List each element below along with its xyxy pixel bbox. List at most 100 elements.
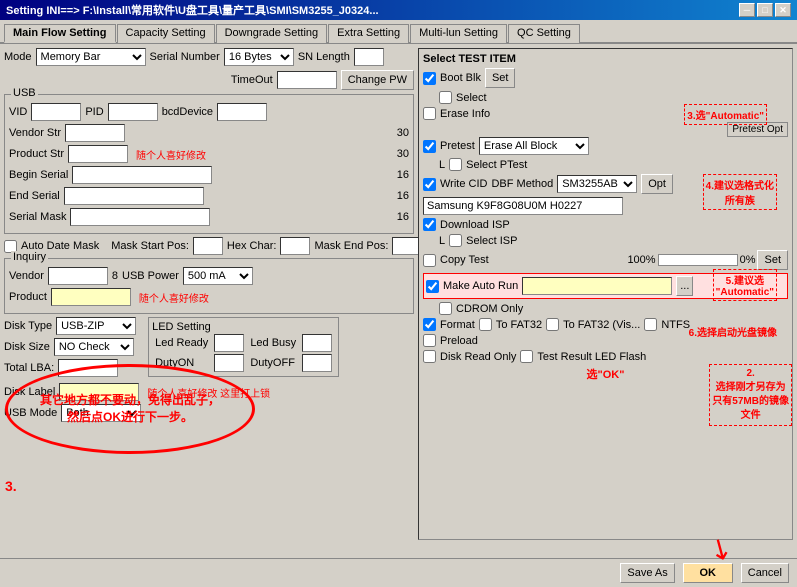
usb-mode-select[interactable]: Both xyxy=(61,404,141,422)
boot-blk-check[interactable] xyxy=(423,72,436,85)
pid-label: PID xyxy=(85,106,103,118)
download-isp-check[interactable] xyxy=(423,218,436,231)
mode-select[interactable]: Memory Bar xyxy=(36,48,146,66)
vendor-str-input[interactable]: USB xyxy=(65,124,125,142)
erase-info-check[interactable] xyxy=(423,107,436,120)
end-serial-input[interactable]: FBA1003249999999 xyxy=(64,187,204,205)
disk-read-only-check[interactable] xyxy=(423,350,436,363)
duty-off-label: DutyOFF xyxy=(247,353,299,373)
usb-power-select[interactable]: 500 mA xyxy=(183,267,253,285)
bcd-device-input[interactable]: 1100 xyxy=(217,103,267,121)
opt-button[interactable]: Opt xyxy=(641,174,673,194)
sn-length-input[interactable]: 16 xyxy=(354,48,384,66)
usb-mode-label: USB Mode xyxy=(4,407,57,419)
pid-input[interactable]: 1000 xyxy=(108,103,158,121)
pretest-opt-label: Pretest Opt xyxy=(727,122,788,137)
led-ready-input[interactable]: 3 xyxy=(214,334,244,352)
vid-input[interactable]: 090C xyxy=(31,103,81,121)
end-serial-label: End Serial xyxy=(9,190,60,202)
select-ptest-label: Select PTest xyxy=(466,159,527,171)
set-button[interactable]: Set xyxy=(485,68,516,88)
cancel-button[interactable]: Cancel xyxy=(741,563,789,583)
mask-start-pos-label: Mask Start Pos: xyxy=(111,240,189,252)
make-auto-run-input[interactable]: H:\ISO\PE_DIY版_2010.iso xyxy=(522,277,672,295)
dbf-method-select[interactable]: SM3255AB xyxy=(557,175,637,193)
copy-test-check[interactable] xyxy=(423,254,436,267)
note1b-text: 随个人喜好修改 xyxy=(136,147,206,162)
led-busy-label: Led Busy xyxy=(247,333,299,353)
duty-on-input[interactable]: 0 xyxy=(214,354,244,372)
disk-read-only-label: Disk Read Only xyxy=(440,351,516,363)
fat32-label: To FAT32 xyxy=(496,319,542,331)
change-pw-button[interactable]: Change PW xyxy=(341,70,414,90)
make-auto-run-check[interactable] xyxy=(426,280,439,293)
write-cid-check[interactable] xyxy=(423,178,436,191)
product-str-input[interactable]: PNY X1 xyxy=(68,145,128,163)
select1-check[interactable] xyxy=(439,91,452,104)
tab-downgrade[interactable]: Downgrade Setting xyxy=(216,24,328,43)
fat32-check[interactable] xyxy=(479,318,492,331)
timeout-label: TimeOut xyxy=(231,74,273,86)
write-cid-label: Write CID xyxy=(440,178,487,190)
serial-mask-input[interactable]: FBA100324###### xyxy=(70,208,210,226)
format-check[interactable] xyxy=(423,318,436,331)
preload-check[interactable] xyxy=(423,334,436,347)
serial-number-select[interactable]: 16 Bytes xyxy=(224,48,294,66)
disk-size-select[interactable]: NO Check xyxy=(54,338,134,356)
num4: 16 xyxy=(397,190,409,202)
cdrom-only-check[interactable] xyxy=(439,302,452,315)
tab-bar: Main Flow Setting Capacity Setting Downg… xyxy=(0,20,797,44)
begin-serial-input[interactable]: FBA1003240000299 xyxy=(72,166,212,184)
set-button2[interactable]: Set xyxy=(757,250,788,270)
bcd-device-label: bcdDevice xyxy=(162,106,213,118)
ntfs-check[interactable] xyxy=(644,318,657,331)
duty-off-input[interactable]: 0 xyxy=(302,354,332,372)
led-busy-input[interactable]: 48 xyxy=(302,334,332,352)
save-as-button[interactable]: Save As xyxy=(620,563,674,583)
test-result-label: Test Result LED Flash xyxy=(537,351,646,363)
title-text: Setting INI==> F:\Install\常用软件\U盘工具\量产工具… xyxy=(6,2,379,18)
hex-char-input[interactable] xyxy=(280,237,310,255)
pretest-check[interactable] xyxy=(423,140,436,153)
disk-type-select[interactable]: USB-ZIP xyxy=(56,317,136,335)
pretest-label: Pretest xyxy=(440,140,475,152)
fat32-vista-label: To FAT32 (Vis... xyxy=(563,319,640,331)
copy-pct1: 100% xyxy=(627,254,655,266)
title-bar: Setting INI==> F:\Install\常用软件\U盘工具\量产工具… xyxy=(0,0,797,20)
close-button[interactable]: ✕ xyxy=(775,3,791,17)
disk-label-input[interactable]: USB DISK xyxy=(59,383,139,401)
tab-main-flow[interactable]: Main Flow Setting xyxy=(4,24,116,43)
test-result-check[interactable] xyxy=(520,350,533,363)
tab-multi-lun[interactable]: Multi-lun Setting xyxy=(410,24,507,43)
led-ready-label: Led Ready xyxy=(152,333,211,353)
ok-button[interactable]: OK xyxy=(683,563,733,583)
serial-mask-label: Serial Mask xyxy=(9,211,66,223)
bottom-bar: Save As OK Cancel xyxy=(0,558,797,587)
num3: 16 xyxy=(397,169,409,181)
inquiry-vendor-label: Vendor xyxy=(9,270,44,282)
browse-button[interactable]: ... xyxy=(676,276,693,296)
select-isp-check[interactable] xyxy=(449,234,462,247)
tab-extra[interactable]: Extra Setting xyxy=(328,24,409,43)
inquiry-vendor-input[interactable]: USB xyxy=(48,267,108,285)
mask-end-pos-label: Mask End Pos: xyxy=(314,240,388,252)
select-ptest-check[interactable] xyxy=(449,158,462,171)
note3-text: 随个人喜好修改 这里打上锁 xyxy=(147,385,270,400)
disk-type-label: Disk Type xyxy=(4,320,52,332)
maximize-button[interactable]: □ xyxy=(757,3,773,17)
mask-start-pos-input[interactable]: 3 xyxy=(193,237,223,255)
cdrom-only-label: CDROM Only xyxy=(456,303,523,315)
tab-qc[interactable]: QC Setting xyxy=(508,24,580,43)
timeout-input[interactable]: 10000 xyxy=(277,71,337,89)
inquiry-product-input[interactable]: USB DISK xyxy=(51,288,131,306)
select-isp-label: Select ISP xyxy=(466,235,517,247)
tab-capacity[interactable]: Capacity Setting xyxy=(117,24,215,43)
vid-label: VID xyxy=(9,106,27,118)
preload-label: Preload xyxy=(440,335,478,347)
fat32-vista-check[interactable] xyxy=(546,318,559,331)
total-lba-label: Total LBA: xyxy=(4,362,54,374)
pretest-select[interactable]: Erase All Block xyxy=(479,137,589,155)
total-lba-input[interactable]: 0 xyxy=(58,359,118,377)
erase-info-label: Erase Info xyxy=(440,108,490,120)
minimize-button[interactable]: ─ xyxy=(739,3,755,17)
